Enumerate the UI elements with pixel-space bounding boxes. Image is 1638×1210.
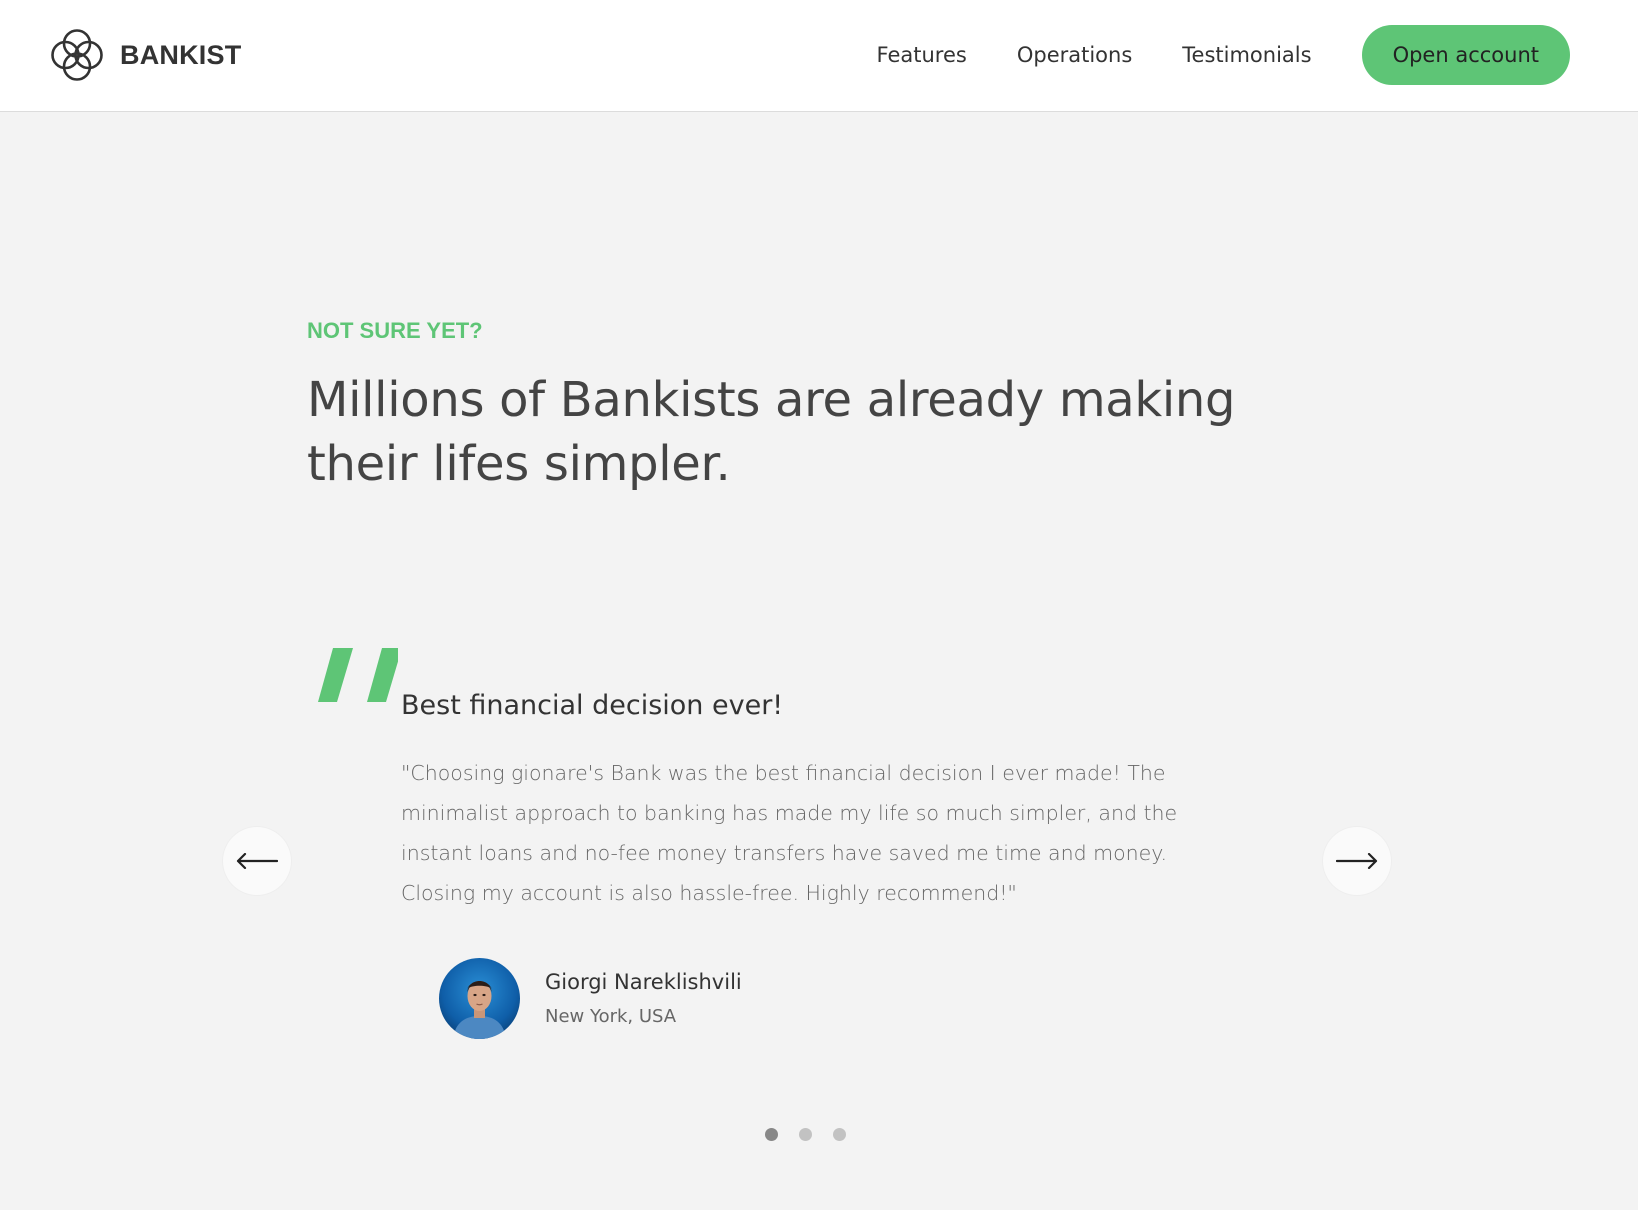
- slider-dot-2[interactable]: [799, 1128, 812, 1141]
- arrow-right-icon: [1336, 853, 1378, 869]
- nav-links: Features Operations Testimonials Open ac…: [877, 25, 1570, 85]
- slider-next-button[interactable]: [1323, 827, 1391, 895]
- testimonial-header: Best financial decision ever!: [401, 690, 784, 721]
- nav-link-features[interactable]: Features: [877, 43, 967, 67]
- user-avatar-icon: [439, 958, 520, 1039]
- author-info: Giorgi Nareklishvili New York, USA: [545, 970, 742, 1027]
- open-account-button[interactable]: Open account: [1361, 25, 1570, 85]
- arrow-left-icon: [236, 853, 278, 869]
- slider-prev-button[interactable]: [223, 827, 291, 895]
- logo[interactable]: BANKIST: [48, 26, 241, 84]
- testimonial-card: Best financial decision ever! "Choosing …: [401, 690, 1221, 913]
- site-header: BANKIST Features Operations Testimonials…: [0, 0, 1638, 112]
- author-name: Giorgi Nareklishvili: [545, 970, 742, 994]
- testimonial-text: "Choosing gionare's Bank was the best fi…: [401, 761, 1178, 905]
- page: BANKIST Features Operations Testimonials…: [0, 0, 1638, 1210]
- author-location: New York, USA: [545, 1006, 677, 1027]
- section-header: NOT SURE YET? Millions of Bankists are a…: [307, 318, 1347, 496]
- nav-cta-item: Open account: [1361, 25, 1570, 85]
- nav-link-operations[interactable]: Operations: [1017, 43, 1132, 67]
- nav-link-testimonials[interactable]: Testimonials: [1182, 43, 1311, 67]
- section-tag: NOT SURE YET?: [307, 318, 483, 343]
- logo-icon: [51, 29, 103, 81]
- avatar: [439, 958, 520, 1039]
- quote-mark-icon: [318, 648, 398, 702]
- section-title: Millions of Bankists are already making …: [307, 372, 1236, 492]
- logo-text: BANKIST: [120, 39, 242, 70]
- slider-dot-1[interactable]: [765, 1128, 778, 1141]
- testimonial-author: Giorgi Nareklishvili New York, USA: [439, 958, 742, 1039]
- testimonial-slider: Best financial decision ever! "Choosing …: [0, 620, 1638, 1141]
- slider-dots: [765, 1128, 867, 1141]
- slider-dot-3[interactable]: [833, 1128, 846, 1141]
